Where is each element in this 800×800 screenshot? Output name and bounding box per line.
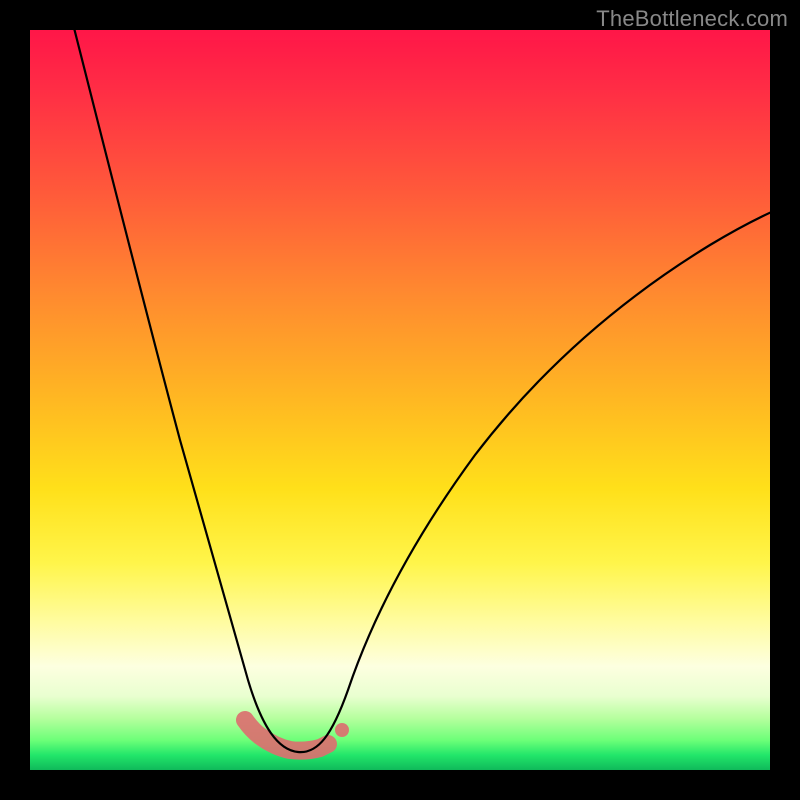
optimal-range-end-dot: [335, 723, 349, 737]
watermark-text: TheBottleneck.com: [596, 6, 788, 32]
chart-svg: [30, 30, 770, 770]
plot-area: [30, 30, 770, 770]
outer-frame: TheBottleneck.com: [0, 0, 800, 800]
bottleneck-curve-path: [72, 30, 770, 752]
